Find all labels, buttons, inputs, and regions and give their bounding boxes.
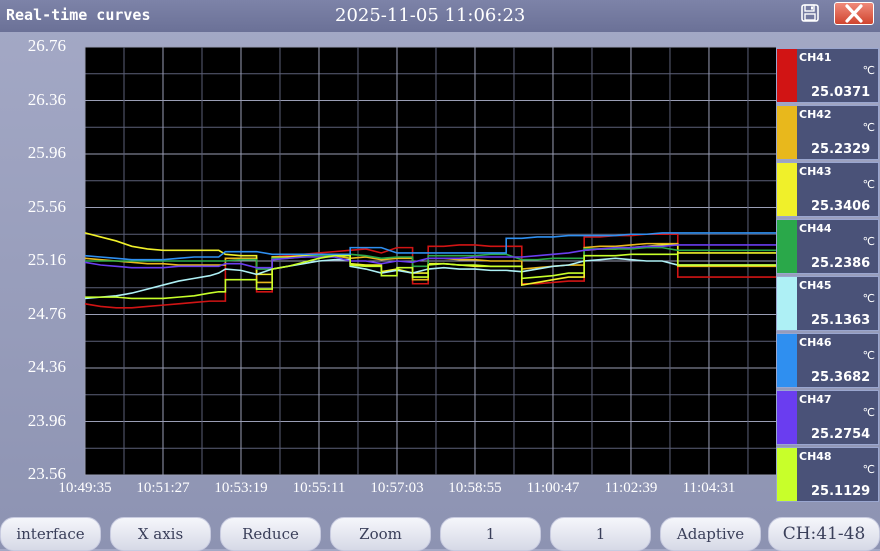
x-tick-label: 11:00:47 [526,480,580,496]
legend-swatch [777,334,797,387]
legend-swatch [777,106,797,159]
legend-channel-ch42[interactable]: CH42 ℃ 25.2329 [776,105,879,160]
reduce-button[interactable]: Reduce [220,517,321,551]
x-scale-value-button[interactable]: 1 [440,517,541,551]
legend-channel-name: CH42 [799,108,832,121]
legend-swatch [777,49,797,102]
legend-channel-name: CH45 [799,279,832,292]
x-tick-label: 10:49:35 [58,480,112,496]
legend-channel-value: 25.3682 [811,370,871,385]
y-tick-label: 26.36 [27,89,66,109]
y-tick-label: 23.56 [27,464,66,483]
legend-channel-ch46[interactable]: CH46 ℃ 25.3682 [776,333,879,388]
legend-channel-name: CH43 [799,165,832,178]
legend-swatch [777,163,797,216]
x-axis-button[interactable]: X axis [110,517,211,551]
legend-channel-value: 25.2386 [811,256,871,271]
legend-channel-ch44[interactable]: CH44 ℃ 25.2386 [776,219,879,274]
legend-unit: ℃ [862,292,875,305]
legend-unit: ℃ [862,349,875,362]
y-tick-label: 24.36 [27,357,66,376]
bottom-toolbar: interface X axis Reduce Zoom 1 1 Adaptive CH:41… [0,513,880,551]
legend-channel-value: 25.0371 [811,85,871,100]
x-tick-label: 10:51:27 [136,480,190,496]
legend-swatch [777,220,797,273]
channel-range-button[interactable]: CH:41-48 [768,517,880,551]
legend-swatch [777,277,797,330]
y-tick-label: 25.56 [27,196,66,216]
legend-unit: ℃ [862,121,875,134]
y-scale-value-button[interactable]: 1 [550,517,651,551]
legend-channel-ch48[interactable]: CH48 ℃ 25.1129 [776,447,879,502]
legend-channel-value: 25.3406 [811,199,871,214]
legend-channel-ch43[interactable]: CH43 ℃ 25.3406 [776,162,879,217]
title-bar: Real-time curves 2025-11-05 11:06:23 [0,0,880,32]
y-tick-label: 24.76 [27,303,66,323]
legend-channel-ch45[interactable]: CH45 ℃ 25.1363 [776,276,879,331]
legend-channel-name: CH47 [799,393,832,406]
realtime-chart [84,46,776,476]
legend-unit: ℃ [862,463,875,476]
y-tick-label: 23.96 [27,410,66,430]
legend-channel-name: CH48 [799,450,832,463]
x-tick-label: 10:53:19 [214,480,268,496]
legend-channel-name: CH41 [799,51,832,64]
x-tick-label: 11:04:31 [682,480,736,496]
interface-button[interactable]: interface [0,517,101,551]
close-icon [845,4,863,23]
legend-unit: ℃ [862,235,875,248]
floppy-disk-icon[interactable] [800,3,820,23]
legend-channel-ch47[interactable]: CH47 ℃ 25.2754 [776,390,879,445]
zoom-button[interactable]: Zoom [330,517,431,551]
legend-unit: ℃ [862,64,875,77]
legend-channel-name: CH46 [799,336,832,349]
legend-channel-value: 25.1363 [811,313,871,328]
datetime-display: 2025-11-05 11:06:23 [335,5,526,26]
legend-unit: ℃ [862,178,875,191]
legend-channel-value: 25.2329 [811,142,871,157]
legend-unit: ℃ [862,406,875,419]
legend-channel-value: 25.1129 [811,484,871,499]
window-title: Real-time curves [6,6,151,24]
channel-legend: CH41 ℃ 25.0371 CH42 ℃ 25.2329 CH43 ℃ 25.3406 CH44… [776,48,880,504]
y-tick-label: 26.76 [27,36,66,55]
legend-channel-ch41[interactable]: CH41 ℃ 25.0371 [776,48,879,103]
legend-swatch [777,391,797,444]
x-tick-label: 10:58:55 [448,480,502,496]
legend-swatch [777,448,797,501]
y-tick-label: 25.96 [27,143,66,162]
x-tick-label: 11:02:39 [604,480,658,496]
adaptive-button[interactable]: Adaptive [660,517,761,551]
x-tick-label: 10:55:11 [292,480,346,496]
legend-channel-value: 25.2754 [811,427,871,442]
y-tick-label: 25.16 [27,250,66,269]
legend-channel-name: CH44 [799,222,832,235]
x-tick-label: 10:57:03 [370,480,424,496]
close-button[interactable] [834,2,874,25]
